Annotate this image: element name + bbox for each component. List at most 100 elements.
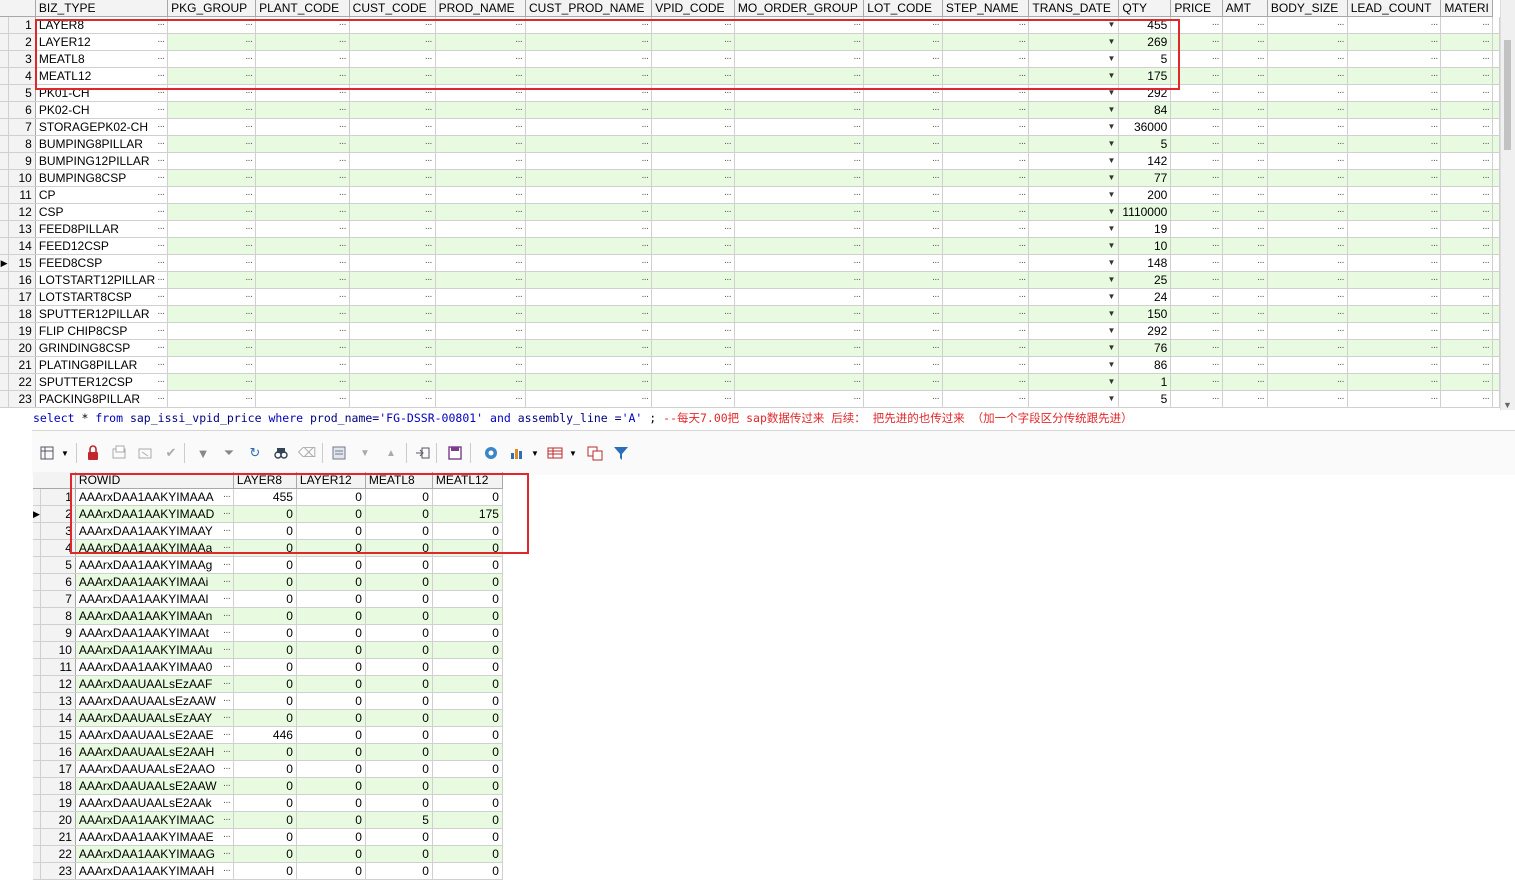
cell-rowid[interactable]: AAArxDAA1AAKYIMAAA ··· <box>75 488 234 506</box>
cell-meatl12[interactable]: 0 <box>432 607 503 625</box>
cell[interactable]: ··· <box>525 305 653 323</box>
cell[interactable]: ··· <box>651 237 735 255</box>
ellipsis-icon[interactable]: ··· <box>155 374 165 390</box>
cell-qty[interactable]: 19 <box>1118 220 1172 238</box>
column-header[interactable]: LEAD_COUNT <box>1347 0 1442 17</box>
ellipsis-icon[interactable]: ··· <box>722 153 732 169</box>
row-number[interactable]: 16 <box>8 271 36 289</box>
ellipsis-icon[interactable]: ··· <box>1255 170 1265 186</box>
ellipsis-icon[interactable]: ··· <box>1016 170 1026 186</box>
cell[interactable]: ··· <box>863 50 943 68</box>
cell[interactable]: ··· <box>435 271 527 289</box>
cell[interactable]: ··· <box>651 322 735 340</box>
cell[interactable]: ··· <box>734 339 865 357</box>
ellipsis-icon[interactable]: ··· <box>1016 289 1026 305</box>
cell-meatl12[interactable]: 0 <box>432 658 503 676</box>
cell-meatl8[interactable]: 0 <box>365 726 433 744</box>
ellipsis-icon[interactable]: ··· <box>423 255 433 271</box>
cell[interactable]: ··· <box>435 237 527 255</box>
table-row[interactable]: ▶ 2 AAArxDAA1AAKYIMAAD ··· 0 0 0 175 <box>33 505 503 523</box>
ellipsis-icon[interactable]: ··· <box>639 391 649 407</box>
cell[interactable]: ··· <box>525 390 653 408</box>
ellipsis-icon[interactable]: ··· <box>337 306 347 322</box>
cell-rowid[interactable]: AAArxDAA1AAKYIMAAH ··· <box>75 862 234 880</box>
ellipsis-icon[interactable]: ··· <box>1428 357 1438 373</box>
ellipsis-icon[interactable]: ··· <box>423 357 433 373</box>
row-number[interactable]: 22 <box>40 845 76 863</box>
ellipsis-icon[interactable]: ··· <box>155 34 165 50</box>
corner-cell[interactable] <box>0 0 36 17</box>
cell[interactable]: ··· <box>1267 237 1348 255</box>
cell[interactable]: ··· <box>863 271 943 289</box>
ellipsis-icon[interactable]: ··· <box>1255 391 1265 407</box>
cell[interactable]: ··· <box>167 67 257 85</box>
table-row[interactable]: 19 FLIP CHIP8CSP ··· ··· ··· ··· ··· ··· ··· ··· ·… <box>0 322 1500 340</box>
ellipsis-icon[interactable]: ··· <box>423 136 433 152</box>
cell-meatl8[interactable]: 5 <box>365 811 433 829</box>
cell[interactable]: ··· <box>1222 118 1268 136</box>
row-number[interactable]: 11 <box>8 186 36 204</box>
table-row[interactable]: 3 AAArxDAA1AAKYIMAAY ··· 0 0 0 0 <box>33 522 503 540</box>
cell[interactable]: ··· <box>1170 67 1223 85</box>
ellipsis-icon[interactable]: ··· <box>513 323 523 339</box>
ellipsis-icon[interactable]: ··· <box>243 68 253 84</box>
cell[interactable]: ··· <box>734 390 865 408</box>
cell-trans-date[interactable]: ▼ <box>1028 16 1120 34</box>
cell[interactable]: ··· <box>1222 33 1268 51</box>
table-row[interactable]: 13 AAArxDAAUAALsEzAAW ··· 0 0 0 0 <box>33 692 503 710</box>
cell-qty[interactable]: 269 <box>1118 33 1172 51</box>
row-number[interactable]: 20 <box>40 811 76 829</box>
ellipsis-icon[interactable]: ··· <box>1255 34 1265 50</box>
row-number[interactable]: 1 <box>8 16 36 34</box>
ellipsis-icon[interactable]: ··· <box>155 68 165 84</box>
ellipsis-icon[interactable]: ··· <box>155 17 165 33</box>
ellipsis-icon[interactable]: ··· <box>423 17 433 33</box>
cell[interactable]: ··· <box>1170 16 1223 34</box>
cell[interactable]: ··· <box>1440 33 1493 51</box>
cell-meatl8[interactable]: 0 <box>365 522 433 540</box>
ellipsis-icon[interactable]: ··· <box>930 187 940 203</box>
cell[interactable] <box>1492 305 1500 323</box>
cell[interactable]: ··· <box>167 390 257 408</box>
cell[interactable]: ··· <box>1267 288 1348 306</box>
cell-layer12[interactable]: 0 <box>296 522 366 540</box>
ellipsis-icon[interactable]: ··· <box>243 306 253 322</box>
ellipsis-icon[interactable]: ··· <box>1480 391 1490 407</box>
cell[interactable] <box>1492 322 1500 340</box>
cell[interactable]: ··· <box>525 322 653 340</box>
ellipsis-icon[interactable]: ··· <box>423 323 433 339</box>
ellipsis-icon[interactable]: ··· <box>851 204 861 220</box>
ellipsis-icon[interactable]: ··· <box>722 17 732 33</box>
ellipsis-icon[interactable]: ··· <box>243 357 253 373</box>
cell[interactable] <box>1492 254 1500 272</box>
scroll-down-icon[interactable]: ▼ <box>1503 400 1512 410</box>
cell-qty[interactable]: 24 <box>1118 288 1172 306</box>
cell[interactable]: ··· <box>435 33 527 51</box>
ellipsis-icon[interactable]: ··· <box>1480 119 1490 135</box>
column-header[interactable]: ROWID <box>75 472 234 489</box>
cell[interactable]: ··· <box>349 67 436 85</box>
row-number[interactable]: 6 <box>8 101 36 119</box>
row-number[interactable]: 20 <box>8 339 36 357</box>
cell[interactable]: ··· <box>1170 118 1223 136</box>
dropdown-arrow-icon[interactable]: ▼ <box>1107 204 1115 220</box>
cell[interactable]: ··· <box>1267 33 1348 51</box>
cell-rowid[interactable]: AAArxDAAUAALsE2AAE ··· <box>75 726 234 744</box>
ellipsis-icon[interactable]: ··· <box>1428 136 1438 152</box>
cell-rowid[interactable]: AAArxDAA1AAKYIMAA0 ··· <box>75 658 234 676</box>
cell-biz-type[interactable]: LAYER12 ··· <box>35 33 169 51</box>
ellipsis-icon[interactable]: ··· <box>155 272 165 288</box>
cell[interactable]: ··· <box>1440 169 1493 187</box>
ellipsis-icon[interactable]: ··· <box>1335 68 1345 84</box>
ellipsis-icon[interactable]: ··· <box>155 187 165 203</box>
cell-trans-date[interactable]: ▼ <box>1028 203 1120 221</box>
cell-rowid[interactable]: AAArxDAA1AAKYIMAAl ··· <box>75 590 234 608</box>
table-row[interactable]: 17 LOTSTART8CSP ··· ··· ··· ··· ··· ··· ··· ··· ··… <box>0 288 1500 306</box>
cell[interactable]: ··· <box>167 305 257 323</box>
ellipsis-icon[interactable]: ··· <box>1480 51 1490 67</box>
ellipsis-icon[interactable]: ··· <box>1210 102 1220 118</box>
ellipsis-icon[interactable]: ··· <box>513 374 523 390</box>
cell-layer8[interactable]: 0 <box>233 590 297 608</box>
cell-biz-type[interactable]: PK02-CH ··· <box>35 101 169 119</box>
cell[interactable]: ··· <box>349 237 436 255</box>
